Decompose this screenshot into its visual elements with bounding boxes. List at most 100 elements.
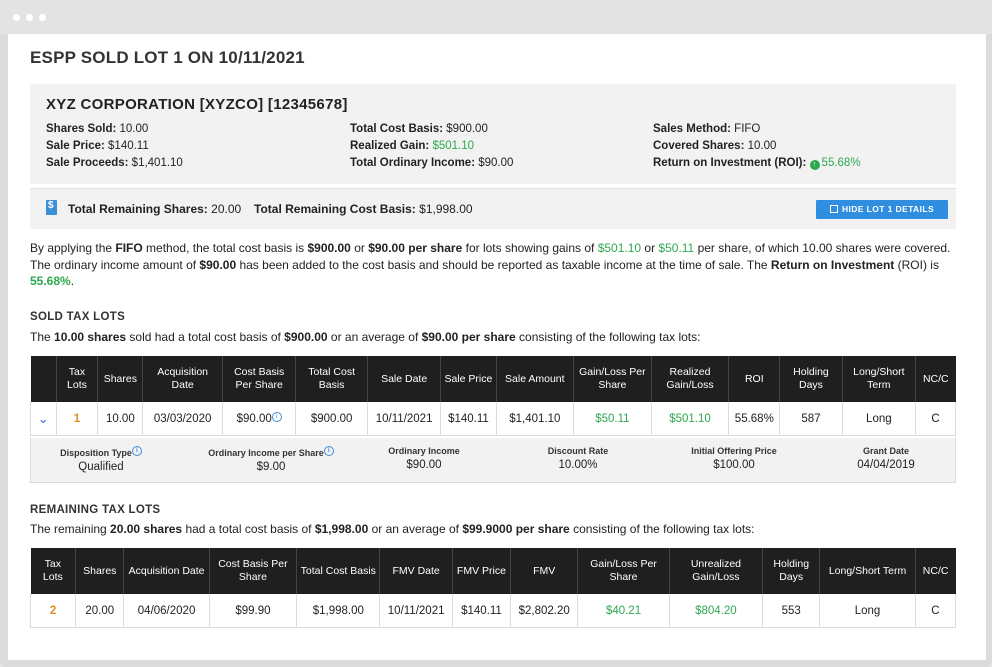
table-cell: Long (842, 402, 917, 436)
column-header: Holding Days (762, 548, 821, 594)
remaining-tax-lots-title: REMAINING TAX LOTS (30, 504, 161, 516)
expand-column-header (30, 356, 57, 402)
table-cell: $50.11 (573, 402, 652, 436)
covered-shares-value: 10.00 (747, 140, 777, 152)
collapse-icon (829, 205, 838, 213)
sale-proceeds-value: $1,401.10 (131, 157, 183, 169)
sale-price-value: $140.11 (108, 140, 149, 152)
window-dot-icon[interactable] (39, 14, 46, 21)
realized-gain-value: $501.10 (432, 140, 475, 152)
sold-tax-lots-table: Tax Lots Shares Acquisition Date Cost Ba… (30, 356, 956, 436)
table-cell: 587 (779, 402, 843, 436)
table-cell: $40.21 (577, 594, 670, 628)
page-title: ESPP SOLD LOT 1 ON 10/11/2021 (30, 48, 305, 67)
table-cell: Long (819, 594, 916, 628)
total-cost-basis-label: Total Cost Basis: (350, 123, 444, 135)
table-cell: $90.00 i (222, 402, 297, 436)
explanation-paragraph: By applying the FIFO method, the total c… (30, 241, 951, 288)
column-header: NC/C (915, 356, 956, 402)
table-cell: 10/11/2021 (379, 594, 453, 628)
detail-initial-offering-price: Initial Offering Price $100.00 (691, 446, 777, 471)
table-cell: C (915, 594, 957, 628)
column-header: Shares (97, 356, 144, 402)
column-header: Cost Basis Per Share (209, 548, 298, 594)
column-header: Sale Price (440, 356, 497, 402)
column-header: Gain/Loss Per Share (577, 548, 670, 594)
column-header: FMV Date (379, 548, 453, 594)
table-cell: 55.68% (728, 402, 781, 436)
window-dot-icon[interactable] (26, 14, 33, 21)
column-header: Cost Basis Per Share (222, 356, 297, 402)
page-content: ESPP SOLD LOT 1 ON 10/11/2021 XYZ CORPOR… (8, 34, 986, 660)
covered-shares-label: Covered Shares: (653, 140, 745, 152)
summary-col-2: Total Cost Basis: $900.00 Realized Gain:… (350, 121, 513, 172)
hide-lot-details-button[interactable]: HIDE LOT 1 DETAILS (816, 200, 948, 219)
table-cell: $1,401.10 (496, 402, 575, 436)
sale-price-label: Sale Price: (46, 140, 105, 152)
column-header: Long/Short Term (842, 356, 917, 402)
table-cell: $140.11 (440, 402, 497, 436)
detail-ordinary-income: Ordinary Income $90.00 (388, 446, 460, 471)
column-header: Acquisition Date (142, 356, 223, 402)
roi-label: Return on Investment (ROI): (653, 157, 807, 169)
table-cell: 04/06/2020 (123, 594, 210, 628)
table-cell: C (915, 402, 956, 436)
column-header: Unrealized Gain/Loss (669, 548, 764, 594)
sales-method-label: Sales Method: (653, 123, 731, 135)
column-header: Realized Gain/Loss (651, 356, 730, 402)
expand-toggle[interactable]: ⌄ (30, 402, 57, 436)
lot-details-panel: Disposition Type i Qualified Ordinary Inc… (30, 438, 956, 483)
table-cell-lot: 2 (29, 594, 77, 628)
table-cell: 03/03/2020 (142, 402, 223, 436)
table-row: 2 20.00 04/06/2020 $99.90 $1,998.00 10/1… (29, 594, 957, 628)
realized-gain-label: Realized Gain: (350, 140, 430, 152)
info-icon[interactable]: i (271, 412, 282, 422)
table-cell: $900.00 (295, 402, 368, 436)
chevron-down-icon: ⌄ (37, 410, 49, 426)
sale-proceeds-label: Sale Proceeds: (46, 157, 129, 169)
summary-col-1: Shares Sold: 10.00 Sale Price: $140.11 S… (46, 121, 183, 172)
table-cell: 20.00 (75, 594, 125, 628)
detail-disposition-type: Disposition Type i Qualified (41, 446, 161, 473)
roi-value: 55.68% (821, 157, 861, 169)
sold-tax-lots-description: The 10.00 shares sold had a total cost b… (30, 330, 701, 344)
sold-tax-lots-title: SOLD TAX LOTS (30, 311, 126, 323)
column-header: ROI (728, 356, 781, 402)
column-header: Gain/Loss Per Share (573, 356, 652, 402)
table-cell: $1,998.00 (296, 594, 381, 628)
column-header: Sale Amount (496, 356, 575, 402)
detail-ordinary-income-per-share: Ordinary Income per Share i $9.00 (191, 446, 351, 473)
column-header: FMV Price (452, 548, 512, 594)
table-cell: 10/11/2021 (367, 402, 442, 436)
remaining-shares: Total Remaining Shares: 20.00 (68, 202, 242, 216)
remaining-tax-lots-table: Tax Lots Shares Acquisition Date Cost Ba… (29, 548, 957, 628)
table-cell: 10.00 (97, 402, 144, 436)
shares-sold-label: Shares Sold: (46, 123, 117, 135)
info-icon[interactable]: i (131, 446, 142, 456)
shares-sold-value: 10.00 (119, 123, 149, 135)
window-titlebar (0, 0, 992, 34)
column-header: Tax Lots (56, 356, 99, 402)
table-cell: $99.90 (209, 594, 298, 628)
window-dot-icon[interactable] (13, 14, 20, 21)
column-header: Tax Lots (30, 548, 77, 594)
column-header: Acquisition Date (123, 548, 210, 594)
column-header: Total Cost Basis (296, 548, 381, 594)
table-cell: $804.20 (669, 594, 764, 628)
table-header-row: Tax Lots Shares Acquisition Date Cost Ba… (30, 548, 956, 594)
table-header-row: Tax Lots Shares Acquisition Date Cost Ba… (30, 356, 956, 402)
remaining-summary-bar: Total Remaining Shares: 20.00 Total Rema… (30, 188, 956, 229)
table-cell: $2,802.20 (510, 594, 579, 628)
lot-summary-panel: XYZ CORPORATION [XYZCO] [12345678] Share… (30, 84, 956, 184)
info-icon[interactable]: i (323, 446, 334, 456)
column-header: Sale Date (367, 356, 442, 402)
detail-grant-date: Grant Date 04/04/2019 (857, 446, 915, 471)
total-ordinary-income-value: $90.00 (478, 157, 514, 169)
table-cell-lot: 1 (56, 402, 99, 436)
column-header: Shares (75, 548, 125, 594)
browser-window: ESPP SOLD LOT 1 ON 10/11/2021 XYZ CORPOR… (0, 0, 992, 667)
summary-col-3: Sales Method: FIFO Covered Shares: 10.00… (653, 121, 861, 172)
column-header: FMV (510, 548, 579, 594)
remaining-tax-lots-description: The remaining 20.00 shares had a total c… (30, 522, 755, 536)
sales-method-value: FIFO (734, 123, 761, 135)
